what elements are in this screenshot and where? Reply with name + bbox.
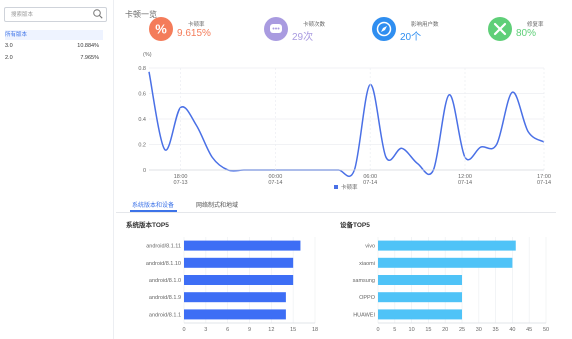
percent-icon: %: [149, 17, 173, 41]
os-version-bar: [184, 309, 286, 320]
device-x-tick-label: 0: [376, 327, 379, 333]
os-version-category-label: android/8.1.1: [149, 312, 181, 318]
x-tick-date: 07-14: [458, 180, 472, 186]
y-tick-label: 0: [143, 168, 146, 174]
os-version-category-label: android/8.1.9: [149, 295, 181, 301]
x-tick-date: 07-14: [537, 180, 551, 186]
device-x-tick-label: 35: [493, 327, 499, 333]
legend-swatch: [334, 185, 338, 189]
os-version-x-tick-label: 9: [248, 327, 251, 333]
version-sidebar: 搜索版本 所有版本 3.0 10.884% 2.0 7.965%: [0, 0, 114, 339]
device-x-tick-label: 30: [476, 327, 482, 333]
os-version-x-tick-label: 0: [182, 327, 185, 333]
version-label: 所有版本: [5, 32, 28, 38]
device-bar: [378, 309, 462, 320]
device-x-tick-label: 25: [459, 327, 465, 333]
device-bar: [378, 257, 513, 268]
stutter-rate-series-line: [148, 71, 545, 178]
os-version-bar: [184, 275, 294, 285]
y-tick-label: 0.6: [138, 92, 146, 98]
version-item-3-0[interactable]: 3.0 10.884%: [5, 41, 103, 51]
os-version-x-tick-label: 6: [226, 327, 229, 333]
os-version-bar-chart: 0 3 6 9 12 15 18 android/8.1.11 android/8.1.10 an…: [146, 237, 318, 333]
x-tick-date: 07-14: [268, 180, 282, 186]
stat-label: 卡顿率: [188, 22, 205, 28]
os-version-category-label: android/8.1.11: [146, 244, 181, 250]
y-axis-unit-label: (%): [143, 52, 152, 58]
os-version-x-tick-label: 3: [204, 327, 207, 333]
svg-text:%: %: [155, 22, 167, 37]
analysis-tabs: 系统版本和设备 网络制式和地域: [116, 198, 556, 213]
version-label: 3.0: [5, 43, 13, 49]
version-rate: 10.884%: [77, 43, 99, 49]
os-version-x-tick-label: 18: [312, 327, 318, 333]
active-tab-indicator: [130, 210, 177, 212]
os-version-x-tick-label: 12: [268, 327, 274, 333]
stutter-rate-line-chart: (%) 0 0.2 0.4 0.6 0.8 18:00 07-13 00:00 07-14 06:0…: [116, 46, 572, 194]
compass-icon: [372, 17, 396, 41]
device-bar: [378, 240, 516, 251]
device-category-label: xiaomi: [359, 261, 375, 267]
device-bar-chart: 0 5 10 15 20 25 30 35 40 45 50 vivo xiaomi samsung OPP…: [353, 237, 549, 333]
os-version-bar: [184, 257, 294, 268]
chat-icon: [264, 17, 288, 41]
stat-value: 80%: [516, 28, 537, 39]
search-placeholder: 搜索版本: [11, 12, 34, 18]
stat-value: 20个: [400, 32, 422, 43]
device-category-label: samsung: [353, 278, 375, 284]
device-x-tick-label: 10: [409, 327, 415, 333]
device-x-tick-label: 45: [526, 327, 532, 333]
stat-value: 29次: [292, 32, 314, 43]
tools-icon: [488, 17, 512, 41]
device-x-tick-label: 5: [393, 327, 396, 333]
device-category-label: HUAWEI: [353, 312, 375, 318]
y-tick-label: 0.2: [138, 143, 146, 149]
stat-label: 影响用户数: [411, 22, 439, 28]
line-chart-svg: (%)00.20.40.60.818:0007-1300:0007-1406:0…: [138, 52, 551, 191]
os-version-x-tick-label: 15: [290, 327, 296, 333]
os-version-top5-title: 系统版本TOP5: [126, 222, 169, 229]
os-version-bar: [184, 240, 301, 251]
device-top5-title: 设备TOP5: [340, 222, 370, 229]
device-x-tick-label: 40: [509, 327, 515, 333]
search-icon[interactable]: [92, 8, 104, 20]
x-tick-date: 07-14: [363, 180, 377, 186]
device-x-tick-label: 50: [543, 327, 549, 333]
device-x-tick-label: 15: [425, 327, 431, 333]
device-category-label: vivo: [365, 244, 375, 250]
version-item-all[interactable]: 所有版本: [5, 30, 103, 40]
device-x-tick-label: 20: [442, 327, 448, 333]
version-rate: 7.965%: [80, 55, 99, 61]
x-tick-date: 07-13: [174, 180, 188, 186]
tab-version-device[interactable]: 系统版本和设备: [132, 200, 174, 209]
tab-network-region[interactable]: 网络制式和地域: [196, 200, 238, 209]
stat-label: 卡顿次数: [303, 22, 326, 28]
y-tick-label: 0.4: [138, 117, 146, 123]
y-tick-label: 0.8: [138, 66, 146, 72]
stat-label: 修复率: [527, 22, 544, 28]
version-item-2-0[interactable]: 2.0 7.965%: [5, 53, 103, 63]
os-version-category-label: android/8.1.10: [146, 261, 181, 267]
os-version-category-label: android/8.1.0: [149, 278, 181, 284]
legend-label: 卡顿率: [341, 183, 358, 191]
device-bar: [378, 275, 462, 285]
version-search-input[interactable]: 搜索版本: [4, 7, 107, 22]
version-label: 2.0: [5, 55, 13, 61]
stat-value: 9.615%: [177, 28, 211, 39]
device-bar: [378, 292, 462, 303]
os-version-bar: [184, 292, 286, 303]
device-category-label: OPPO: [359, 295, 376, 301]
